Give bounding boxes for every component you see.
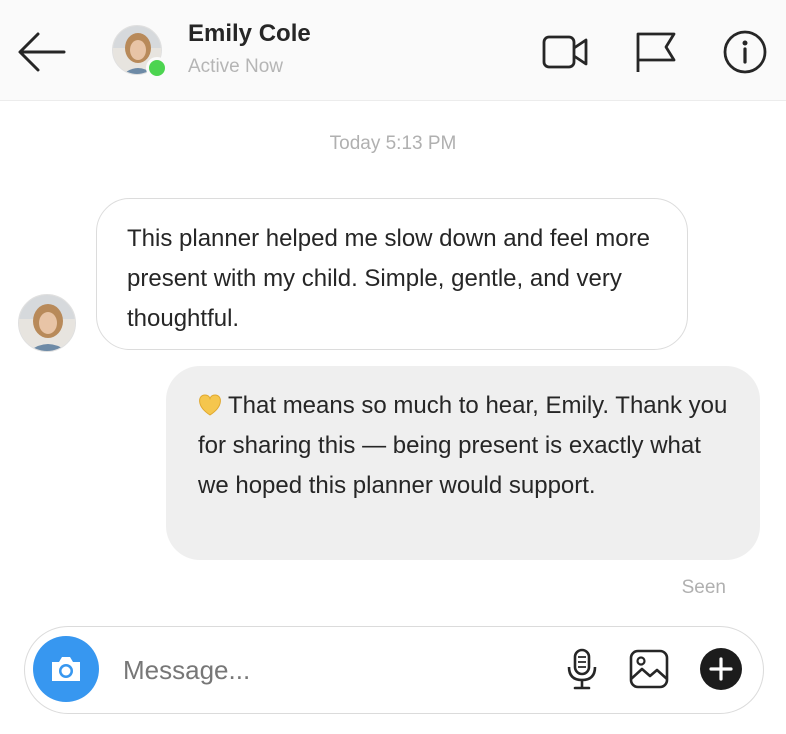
plus-icon [700,648,742,690]
voice-message-button[interactable] [560,647,604,691]
message-composer [24,626,764,714]
outgoing-message-text: That means so much to hear, Emily. Thank… [198,392,728,499]
flag-icon [636,32,676,72]
contact-avatar[interactable] [112,25,168,79]
camera-icon [52,657,80,681]
yellow-heart-icon [199,394,221,416]
message-input[interactable] [121,647,525,693]
seen-receipt: Seen [681,577,726,598]
contact-status: Active Now [188,56,284,77]
report-button[interactable] [630,28,680,78]
back-arrow-icon [18,32,66,72]
microphone-icon [567,648,597,690]
camera-button[interactable] [33,636,99,702]
back-button[interactable] [14,24,70,80]
sender-avatar[interactable] [18,294,76,352]
info-button[interactable] [720,28,770,78]
image-icon [629,649,669,689]
video-call-icon [542,35,588,69]
message-timestamp: Today 5:13 PM [329,133,457,154]
contact-name[interactable]: Emily Cole [188,20,311,48]
gallery-button[interactable] [627,647,671,691]
incoming-message-bubble[interactable]: This planner helped me slow down and fee… [96,198,688,350]
more-options-button[interactable] [699,647,743,691]
online-status-dot [146,57,168,79]
info-icon [723,30,767,74]
outgoing-message-bubble[interactable]: That means so much to hear, Emily. Thank… [166,366,760,560]
chat-header: Emily Cole Active Now [0,0,786,101]
video-call-button[interactable] [540,28,590,78]
